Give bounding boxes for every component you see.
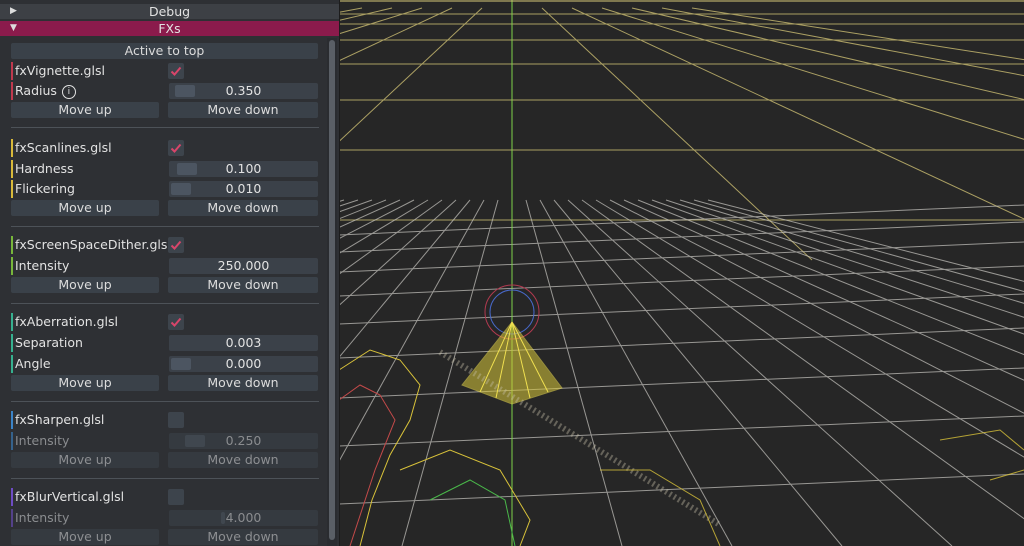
info-icon[interactable]: i xyxy=(61,84,76,99)
param-slider[interactable]: 4.000 xyxy=(169,510,318,526)
param-value: 4.000 xyxy=(225,510,262,525)
separator xyxy=(11,401,319,402)
param-label: Radius i xyxy=(15,82,76,100)
param-slider[interactable]: 0.100 xyxy=(169,161,318,177)
param-label: Angle xyxy=(15,356,51,371)
move-up-button[interactable]: Move up xyxy=(11,277,159,293)
checkmark-icon xyxy=(170,240,182,250)
fx-name-blur-vertical: fxBlurVertical.glsl xyxy=(15,489,125,504)
param-slider[interactable]: 0.003 xyxy=(169,335,318,351)
checkmark-icon xyxy=(170,143,182,153)
debug-header[interactable]: ▶ Debug xyxy=(0,4,339,19)
param-value: 0.003 xyxy=(225,335,262,350)
param-value: 0.250 xyxy=(225,433,262,448)
move-down-button[interactable]: Move down xyxy=(168,375,318,391)
panel-scrollbar[interactable] xyxy=(327,38,337,546)
param-slider[interactable]: 0.000 xyxy=(169,356,318,372)
fx-toggle-sharpen[interactable] xyxy=(168,412,184,428)
param-value: 0.100 xyxy=(225,161,262,176)
fx-color-bar xyxy=(11,139,13,157)
move-down-button[interactable]: Move down xyxy=(168,102,318,118)
param-label: Hardness xyxy=(15,161,74,176)
separator xyxy=(11,478,319,479)
fx-name-dither: fxScreenSpaceDither.glsl xyxy=(15,237,171,252)
fx-toggle-blur-vertical[interactable] xyxy=(168,489,184,505)
param-value: 0.010 xyxy=(225,181,262,196)
param-color-bar xyxy=(11,355,13,373)
param-label: Separation xyxy=(15,335,83,350)
move-up-button[interactable]: Move up xyxy=(11,200,159,216)
separator xyxy=(11,303,319,304)
fx-color-bar xyxy=(11,411,13,429)
separator xyxy=(11,127,319,128)
param-slider[interactable]: 0.010 xyxy=(169,181,318,197)
param-label-text: Radius xyxy=(15,83,57,98)
move-down-button[interactable]: Move down xyxy=(168,452,318,468)
param-label: Intensity xyxy=(15,433,70,448)
move-up-button[interactable]: Move up xyxy=(11,452,159,468)
move-down-button[interactable]: Move down xyxy=(168,277,318,293)
param-color-bar xyxy=(11,334,13,352)
debug-header-label: Debug xyxy=(148,4,191,19)
fx-toggle-scanlines[interactable] xyxy=(168,140,184,156)
fx-name-aberration: fxAberration.glsl xyxy=(15,314,119,329)
fx-name-vignette: fxVignette.glsl xyxy=(15,63,105,78)
move-down-button[interactable]: Move down xyxy=(168,529,318,545)
scrollbar-thumb[interactable] xyxy=(329,40,335,540)
checkmark-icon xyxy=(170,317,182,327)
param-color-bar xyxy=(11,82,13,100)
fx-name-scanlines: fxScanlines.glsl xyxy=(15,140,112,155)
param-label: Intensity xyxy=(15,510,70,525)
param-value: 250.000 xyxy=(217,258,270,273)
fx-toggle-aberration[interactable] xyxy=(168,314,184,330)
separator xyxy=(11,226,319,227)
move-down-button[interactable]: Move down xyxy=(168,200,318,216)
fx-color-bar xyxy=(11,236,13,254)
fx-panel: ▶ Debug ▼ FXs Active to top fxVignette.g… xyxy=(0,0,340,546)
fx-name-sharpen: fxSharpen.glsl xyxy=(15,412,105,427)
active-to-top-button[interactable]: Active to top xyxy=(11,43,318,59)
param-label: Flickering xyxy=(15,181,75,196)
move-up-button[interactable]: Move up xyxy=(11,529,159,545)
param-slider[interactable]: 250.000 xyxy=(169,258,318,274)
fxs-header[interactable]: ▼ FXs xyxy=(0,21,339,36)
param-label: Intensity xyxy=(15,258,70,273)
fx-color-bar xyxy=(11,62,13,80)
fx-color-bar xyxy=(11,313,13,331)
param-color-bar xyxy=(11,160,13,178)
param-color-bar xyxy=(11,509,13,527)
move-up-button[interactable]: Move up xyxy=(11,375,159,391)
fx-color-bar xyxy=(11,488,13,506)
move-up-button[interactable]: Move up xyxy=(11,102,159,118)
param-slider[interactable]: 0.350 xyxy=(169,83,318,99)
chevron-right-icon: ▶ xyxy=(10,6,17,16)
param-color-bar xyxy=(11,257,13,275)
chevron-down-icon: ▼ xyxy=(10,23,17,33)
param-value: 0.000 xyxy=(225,356,262,371)
fx-toggle-vignette[interactable] xyxy=(168,63,184,79)
wireframe-terrain xyxy=(338,349,1024,546)
param-color-bar xyxy=(11,432,13,450)
fxs-header-label: FXs xyxy=(158,21,181,36)
fx-toggle-dither[interactable] xyxy=(168,237,184,253)
checkmark-icon xyxy=(170,66,182,76)
param-value: 0.350 xyxy=(225,83,262,98)
param-color-bar xyxy=(11,180,13,198)
param-slider[interactable]: 0.250 xyxy=(169,433,318,449)
